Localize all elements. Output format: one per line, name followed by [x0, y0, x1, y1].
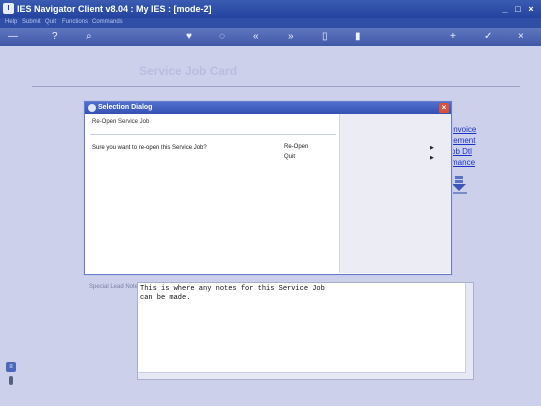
- notes-horizontal-scrollbar[interactable]: [138, 372, 466, 379]
- sidebar-handle-icon[interactable]: [9, 376, 13, 385]
- maximize-button[interactable]: □: [513, 5, 523, 14]
- dialog-icon: [88, 104, 96, 112]
- document-icon[interactable]: ▯: [322, 31, 328, 43]
- menu-commands[interactable]: Commands: [92, 19, 123, 25]
- dialog-subtitle: Re-Open Service Job: [92, 119, 150, 125]
- dialog-divider: [90, 134, 336, 135]
- sidebar-toggle-icon[interactable]: ≡: [6, 362, 16, 372]
- window-title: IES Navigator Client v8.04 : My IES : [m…: [17, 4, 212, 14]
- title-bar: I IES Navigator Client v8.04 : My IES : …: [0, 0, 541, 18]
- dialog-question: Sure you want to re-open this Service Jo…: [92, 145, 207, 151]
- quit-arrow-icon: ▶: [430, 155, 434, 161]
- form-title: Service Job Card: [139, 64, 238, 78]
- menu-help[interactable]: Help: [5, 19, 17, 25]
- notes-vertical-scrollbar[interactable]: [465, 283, 473, 379]
- forward-icon[interactable]: »: [288, 31, 294, 43]
- title-divider: [32, 86, 520, 87]
- notes-label: Special Lead Notes: [89, 284, 142, 290]
- heart-icon[interactable]: ♥: [186, 31, 192, 43]
- search-icon[interactable]: ⌕: [86, 31, 92, 43]
- toolbar: — ? ⌕ ♥ ◌ « » ▯ ▮ + ✓ ×: [0, 28, 541, 46]
- menu-submit[interactable]: Submit: [22, 19, 41, 25]
- dialog-close-button[interactable]: ×: [439, 103, 449, 113]
- key-icon[interactable]: —: [8, 31, 18, 43]
- performance-link[interactable]: mance: [451, 158, 475, 167]
- selection-dialog: Selection Dialog × Re-Open Service Job S…: [84, 101, 452, 275]
- close-window-button[interactable]: ×: [526, 5, 536, 14]
- add-icon[interactable]: +: [450, 31, 456, 43]
- dialog-title-bar: Selection Dialog ×: [85, 102, 451, 114]
- notes-text: This is where any notes for this Service…: [140, 285, 325, 302]
- notes-textarea[interactable]: This is where any notes for this Service…: [137, 282, 474, 380]
- dialog-title: Selection Dialog: [98, 104, 153, 111]
- close-icon[interactable]: ×: [518, 31, 524, 43]
- app-window: I IES Navigator Client v8.04 : My IES : …: [0, 0, 541, 406]
- app-icon: I: [3, 3, 14, 14]
- page-icon[interactable]: ▮: [355, 31, 361, 43]
- menu-bar: Help Submit Quit Functions Commands: [0, 18, 541, 28]
- check-icon[interactable]: ✓: [484, 31, 492, 43]
- help-icon[interactable]: ?: [52, 31, 58, 43]
- menu-functions[interactable]: Functions: [62, 19, 88, 25]
- invoice-link[interactable]: Invoice: [451, 125, 476, 134]
- dialog-options-panel: [339, 114, 451, 273]
- download-icon[interactable]: [451, 176, 467, 194]
- reopen-option[interactable]: Re-Open: [284, 144, 308, 150]
- minimize-button[interactable]: _: [500, 5, 510, 14]
- job-detail-link[interactable]: ob Dtl: [451, 147, 472, 156]
- menu-quit[interactable]: Quit: [45, 19, 56, 25]
- back-icon[interactable]: «: [253, 31, 259, 43]
- reopen-arrow-icon: ▶: [430, 145, 434, 151]
- refresh-icon[interactable]: ◌: [219, 31, 225, 43]
- quit-option[interactable]: Quit: [284, 154, 295, 160]
- statement-link[interactable]: tement: [451, 136, 475, 145]
